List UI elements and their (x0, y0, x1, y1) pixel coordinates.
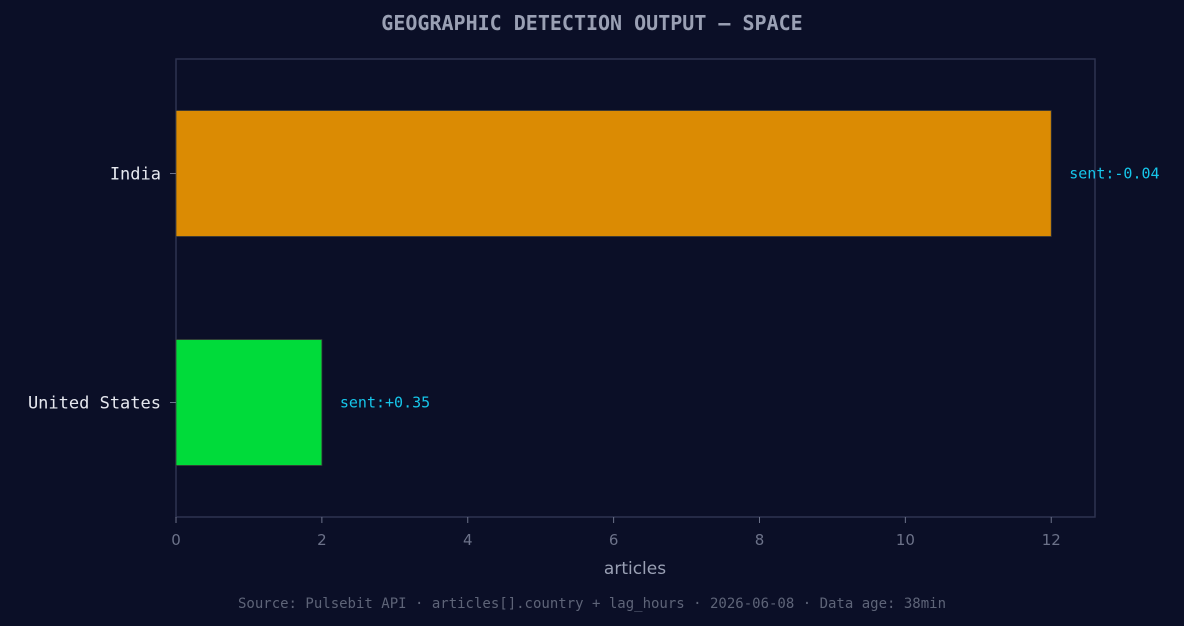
x-tick-label: 12 (1042, 531, 1061, 549)
chart: GEOGRAPHIC DETECTION OUTPUT — SPACE Indi… (28, 11, 1160, 612)
y-tick-label: India (110, 165, 161, 185)
x-tick-label: 4 (463, 531, 473, 549)
bar-india (175, 110, 1052, 237)
x-tick-label: 8 (755, 531, 765, 549)
x-tick-label: 0 (171, 531, 181, 549)
x-tick-label: 6 (609, 531, 619, 549)
y-tick-label: United States (28, 394, 161, 414)
x-axis-label: articles (604, 559, 666, 579)
x-tick-label: 2 (317, 531, 327, 549)
chart-title: GEOGRAPHIC DETECTION OUTPUT — SPACE (381, 11, 802, 35)
bar-label: sent:-0.04 (1069, 165, 1159, 183)
bar-label: sent:+0.35 (340, 394, 430, 412)
source-footer: Source: Pulsebit API · articles[].countr… (238, 596, 946, 612)
x-tick-label: 10 (896, 531, 915, 549)
bar-united-states (175, 339, 323, 466)
plot-area: India sent:-0.04 United States sent:+0.35 0 2… (28, 58, 1160, 549)
